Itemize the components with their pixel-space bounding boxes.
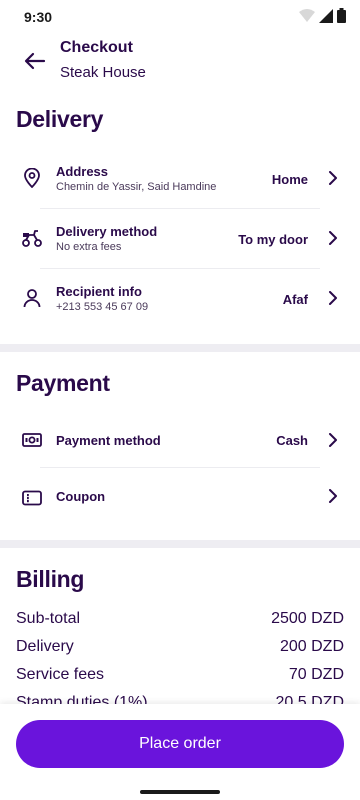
chevron-right-icon — [326, 171, 340, 185]
status-bar: 9:30 — [0, 0, 360, 32]
payment-method-label: Payment method — [56, 433, 161, 448]
billing-row: Service fees 70 DZD — [16, 666, 344, 688]
delivery-method-sub: No extra fees — [56, 241, 122, 253]
back-button[interactable] — [22, 48, 48, 74]
billing-value: 200 DZD — [279, 638, 344, 655]
address-value: Home — [271, 172, 308, 187]
delivery-section-title: Delivery — [16, 106, 104, 132]
chevron-right-icon — [326, 489, 340, 503]
divider — [40, 268, 320, 269]
address-row[interactable]: Address Chemin de Yassir, Said Hamdine H… — [0, 150, 360, 210]
recipient-info-row[interactable]: Recipient info +213 553 45 67 09 Afaf — [0, 270, 360, 330]
billing-row: Sub-total 2500 DZD — [16, 610, 344, 632]
address-label: Address — [56, 164, 109, 179]
delivery-method-value: To my door — [238, 232, 308, 247]
delivery-method-label: Delivery method — [56, 224, 158, 239]
chevron-right-icon — [326, 231, 340, 245]
coupon-row[interactable]: Coupon — [0, 468, 360, 528]
recipient-phone: +213 553 45 67 09 — [56, 301, 149, 313]
place-order-button[interactable]: Place order — [16, 720, 344, 768]
payment-method-row[interactable]: Payment method Cash — [0, 410, 360, 470]
coupon-label: Coupon — [56, 489, 106, 504]
divider — [40, 208, 320, 209]
billing-row: Delivery 200 DZD — [16, 638, 344, 660]
signal-icon — [319, 8, 333, 23]
billing-label: Sub-total — [16, 610, 81, 627]
person-icon — [22, 288, 42, 308]
bottom-action-panel: Place order — [0, 704, 360, 800]
recipient-label: Recipient info — [56, 284, 142, 299]
billing-label: Service fees — [16, 666, 105, 683]
page-title: Checkout — [60, 39, 133, 56]
section-separator — [0, 344, 360, 352]
scooter-icon — [22, 228, 42, 248]
billing-section-title: Billing — [16, 566, 85, 592]
banknote-icon — [22, 430, 42, 450]
location-pin-icon — [22, 168, 42, 188]
billing-value: 70 DZD — [288, 666, 344, 683]
delivery-method-row[interactable]: Delivery method No extra fees To my door — [0, 210, 360, 270]
recipient-value: Afaf — [282, 292, 308, 307]
billing-label: Delivery — [16, 638, 74, 655]
restaurant-name: Steak House — [60, 64, 146, 81]
arrow-left-icon — [24, 52, 46, 70]
section-separator — [0, 540, 360, 548]
payment-method-value: Cash — [276, 433, 308, 448]
status-time: 9:30 — [24, 9, 53, 25]
coupon-icon — [22, 488, 42, 508]
wifi-icon — [299, 8, 315, 22]
billing-value: 2500 DZD — [271, 610, 344, 627]
chevron-right-icon — [326, 433, 340, 447]
payment-section-title: Payment — [16, 370, 110, 396]
address-sub: Chemin de Yassir, Said Hamdine — [56, 181, 217, 193]
home-indicator[interactable] — [140, 790, 220, 794]
chevron-right-icon — [326, 291, 340, 305]
battery-icon — [337, 8, 346, 23]
status-icons — [299, 8, 346, 23]
app-header: Checkout Steak House — [0, 36, 360, 86]
